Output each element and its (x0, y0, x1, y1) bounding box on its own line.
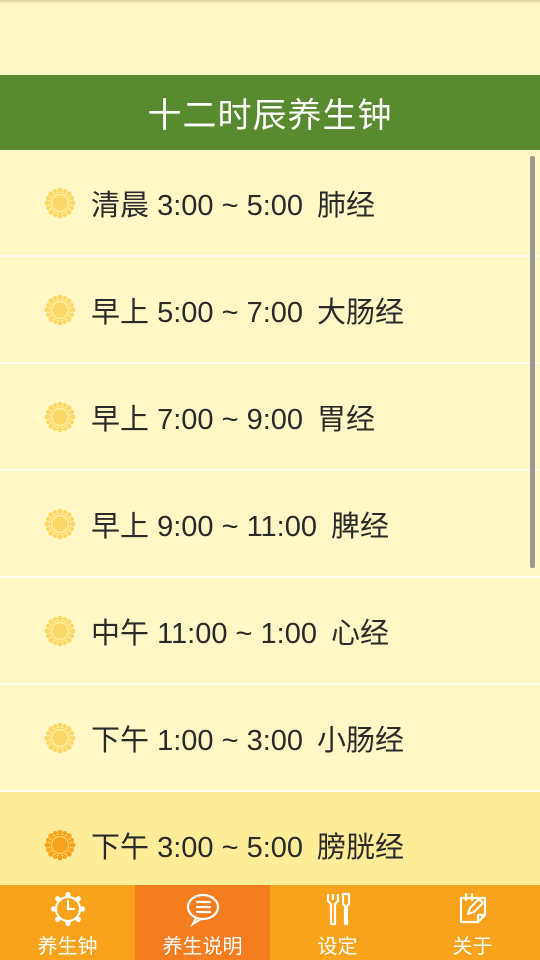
sun-icon (44, 187, 76, 218)
title-bar: 十二时辰养生钟 (0, 75, 540, 150)
sun-icon (44, 829, 76, 860)
sun-icon (44, 401, 76, 432)
list-item[interactable]: 下午 1:00 ~ 3:00 小肠经 (0, 685, 540, 792)
page-title: 十二时辰养生钟 (147, 96, 393, 136)
list-item-current[interactable]: 下午 3:00 ~ 5:00 膀胱经 (0, 792, 540, 885)
status-area (0, 0, 540, 4)
time-range: 9:00 ~ 11:00 (157, 510, 317, 543)
time-range: 7:00 ~ 9:00 (157, 403, 304, 436)
period-label: 下午 (91, 831, 150, 864)
tab-label: 设定 (317, 934, 358, 958)
tab-health-clock[interactable]: 养生钟 (0, 885, 135, 960)
meridian-label: 大肠经 (317, 296, 405, 329)
sun-icon (44, 508, 76, 539)
tab-about[interactable]: 关于 (405, 885, 540, 960)
chat-list-icon (186, 893, 219, 928)
list-item[interactable]: 早上 9:00 ~ 11:00 脾经 (0, 471, 540, 578)
meridian-label: 小肠经 (317, 724, 405, 757)
period-label: 早上 (91, 403, 150, 436)
time-range: 3:00 ~ 5:00 (157, 189, 304, 222)
sun-icon (44, 722, 76, 753)
time-range: 11:00 ~ 1:00 (157, 617, 317, 650)
scrollbar[interactable] (530, 156, 535, 568)
list-item[interactable]: 早上 5:00 ~ 7:00 大肠经 (0, 257, 540, 364)
sun-icon (44, 294, 76, 325)
meridian-label: 心经 (331, 617, 390, 650)
list-item[interactable]: 清晨 3:00 ~ 5:00 肺经 (0, 150, 540, 257)
list-item[interactable]: 早上 7:00 ~ 9:00 胃经 (0, 364, 540, 471)
list-item[interactable]: 中午 11:00 ~ 1:00 心经 (0, 578, 540, 685)
tab-label: 养生说明 (162, 934, 243, 958)
time-range: 1:00 ~ 3:00 (157, 724, 304, 757)
tab-label: 养生钟 (37, 934, 98, 958)
meridian-label: 胃经 (317, 403, 376, 436)
clock-icon (50, 891, 85, 927)
meridian-label: 脾经 (331, 510, 390, 543)
edit-note-icon (459, 892, 486, 924)
period-label: 早上 (91, 296, 150, 329)
period-label: 下午 (91, 724, 150, 757)
app-screen: 十二时辰养生钟 清晨 3:00 ~ 5:00 肺经 早上 5:00 ~ 7:00 大… (0, 0, 540, 960)
time-range: 3:00 ~ 5:00 (157, 831, 304, 864)
sun-icon (44, 615, 76, 646)
schedule-list[interactable]: 清晨 3:00 ~ 5:00 肺经 早上 5:00 ~ 7:00 大肠经 早上 7:… (0, 150, 540, 885)
tab-health-notes[interactable]: 养生说明 (135, 885, 270, 960)
period-label: 中午 (91, 617, 150, 650)
meridian-label: 膀胱经 (317, 831, 405, 864)
period-label: 早上 (91, 510, 150, 543)
bottom-tab-bar: 养生钟 养生说明 设定 关于 (0, 885, 540, 960)
tab-label: 关于 (452, 934, 493, 958)
period-label: 清晨 (91, 189, 150, 222)
tab-settings[interactable]: 设定 (270, 885, 405, 960)
time-range: 5:00 ~ 7:00 (157, 296, 304, 329)
meridian-label: 肺经 (317, 189, 376, 222)
tools-icon (326, 892, 350, 926)
